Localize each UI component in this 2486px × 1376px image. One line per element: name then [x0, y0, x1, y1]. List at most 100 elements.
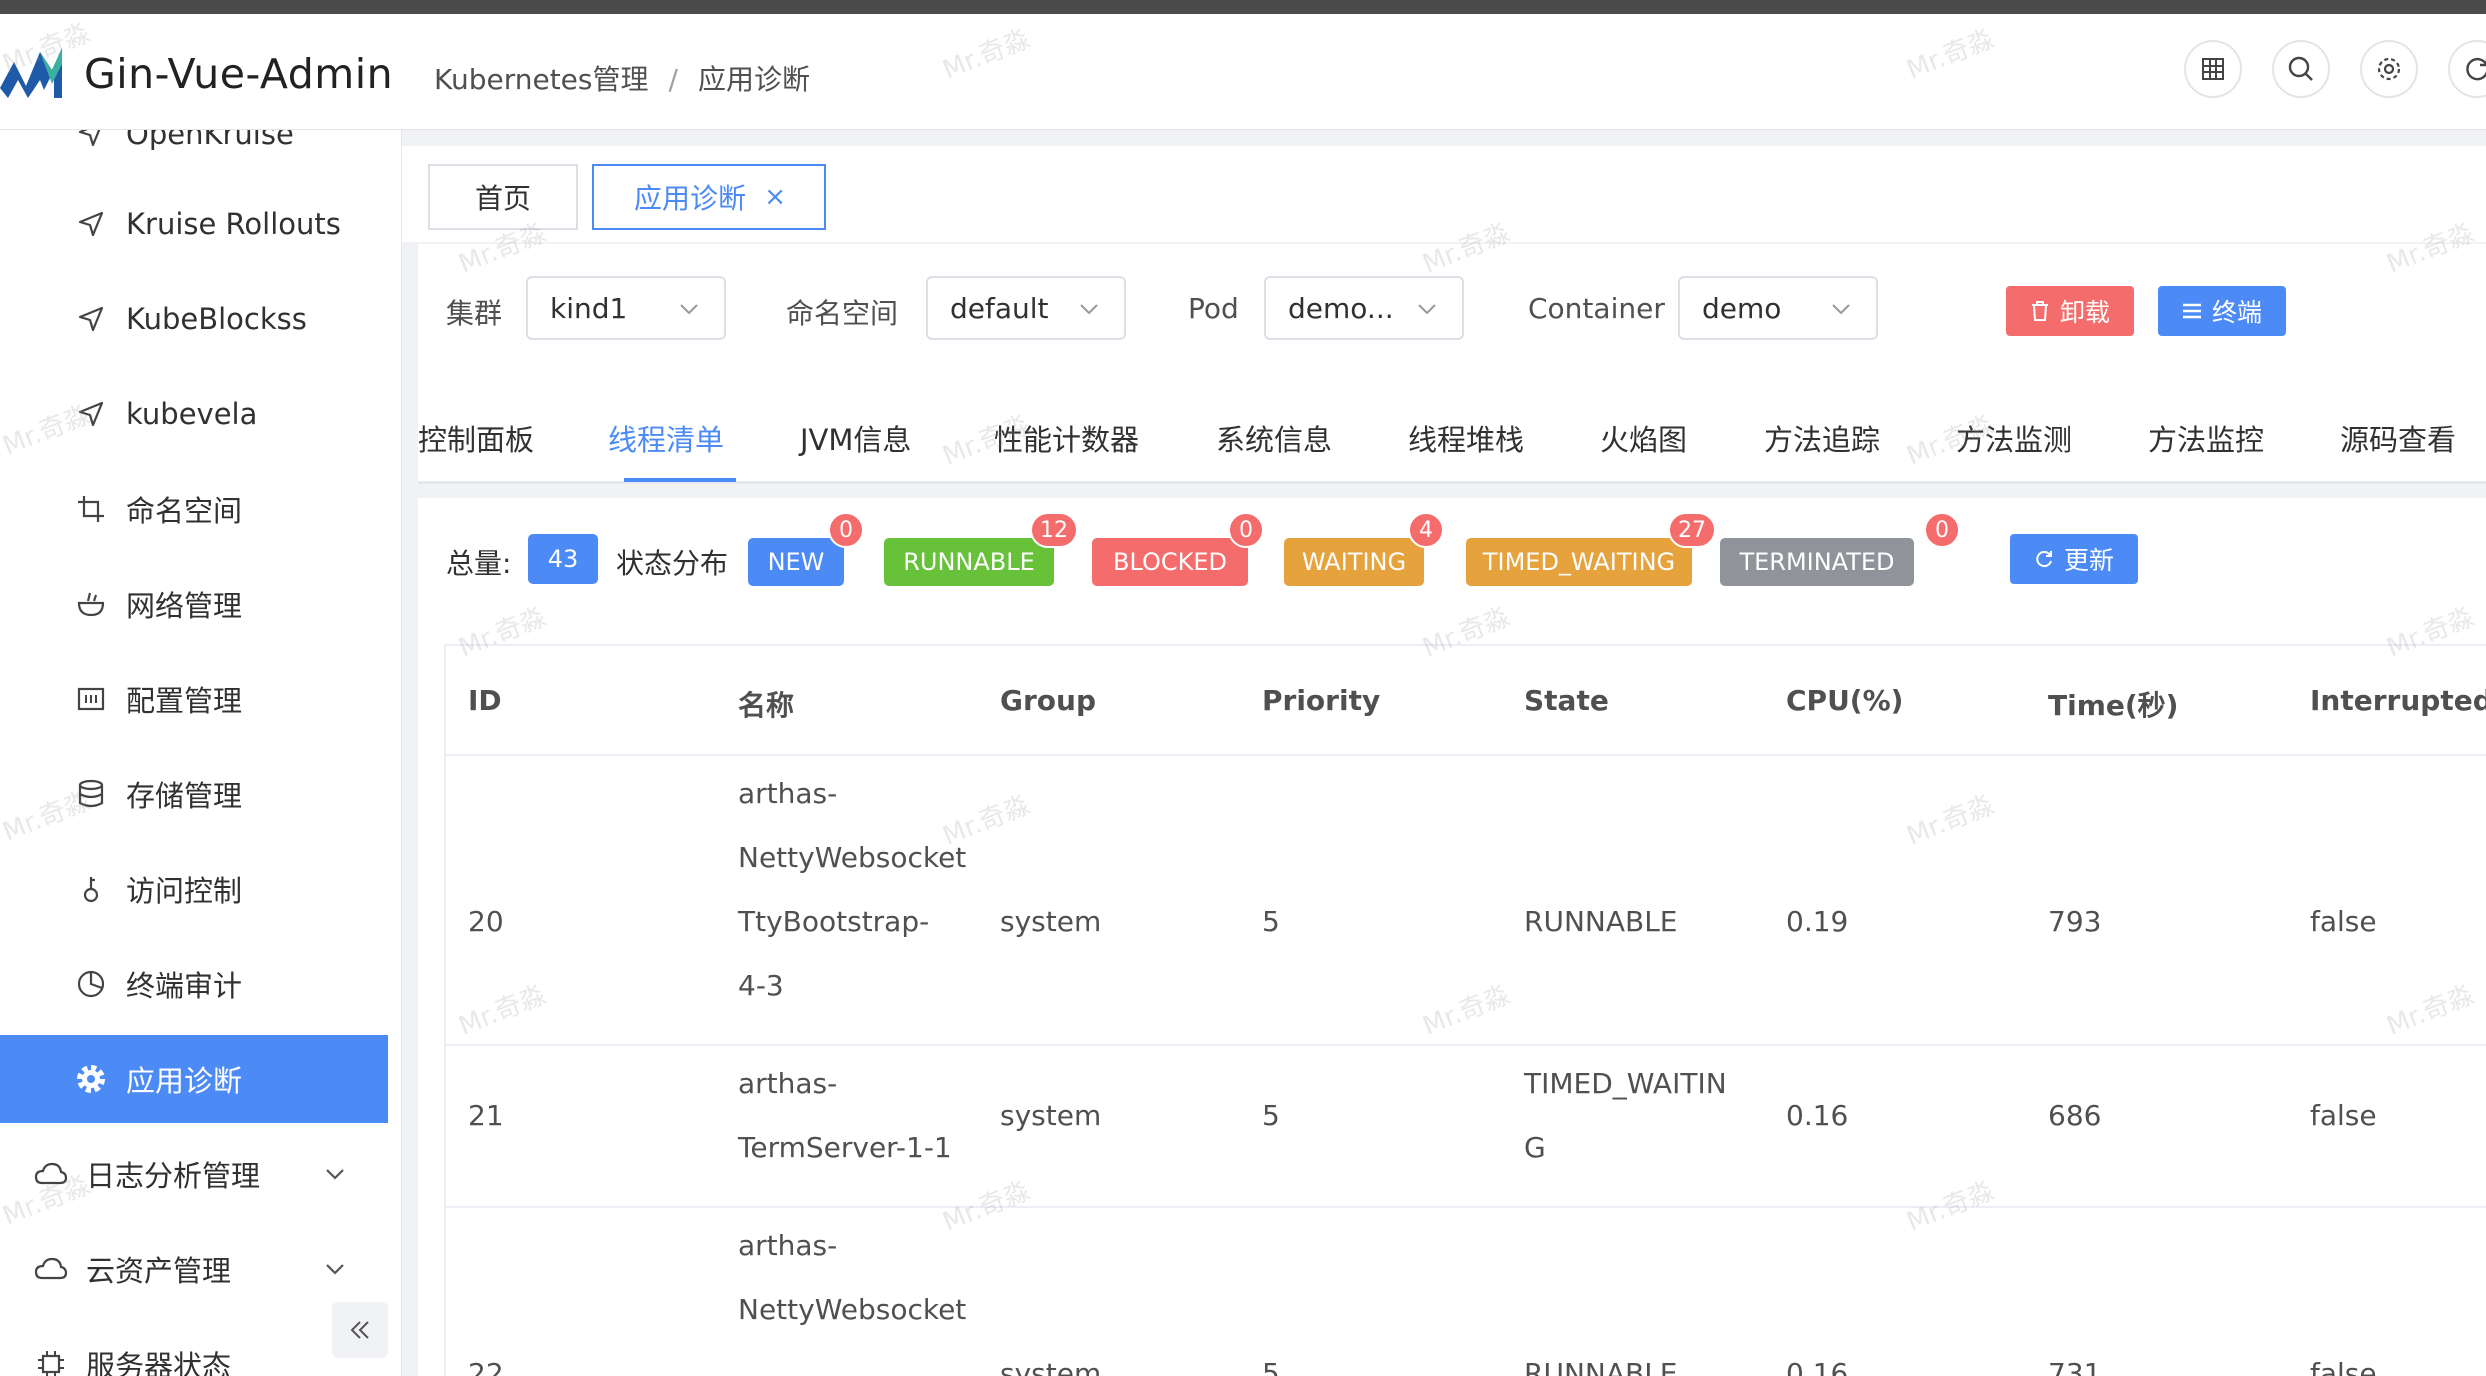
tab-flame-graph[interactable]: 火焰图	[1600, 394, 1687, 482]
collapse-sidebar-button[interactable]	[332, 1302, 388, 1358]
state-count-badge: 0	[1924, 512, 1960, 548]
tab-system-info[interactable]: 系统信息	[1216, 394, 1332, 482]
chevron-down-icon	[326, 1264, 344, 1275]
container-label: Container	[1528, 292, 1665, 325]
refresh-page-button[interactable]	[2448, 40, 2486, 98]
tab-jvm-info[interactable]: JVM信息	[800, 394, 911, 482]
header-divider	[446, 754, 2486, 756]
cluster-select[interactable]: kind1	[526, 276, 726, 340]
uninstall-button[interactable]: 卸载	[2006, 286, 2134, 336]
sidebar: OpenKruise Kruise Rollouts KubeBlockss k…	[0, 130, 402, 1376]
send-icon	[74, 302, 108, 336]
sidebar-item-label: KubeBlockss	[126, 302, 307, 336]
state-tag-blocked: BLOCKED	[1092, 538, 1248, 586]
cell-interrupted: false	[2310, 1099, 2377, 1132]
settings-button[interactable]	[2360, 40, 2418, 98]
sidebar-item-kubeblockss[interactable]: KubeBlockss	[0, 275, 388, 363]
column-header-cpu: CPU(%)	[1786, 684, 1904, 717]
state-count-badge: 12	[1030, 512, 1078, 548]
tab-control-panel[interactable]: 控制面板	[418, 394, 534, 482]
tab-thread-list[interactable]: 线程清单	[608, 394, 724, 482]
sidebar-item-app-diagnosis[interactable]: 应用诊断	[0, 1035, 388, 1123]
sidebar-item-server-status[interactable]: 服务器状态	[0, 1320, 388, 1376]
container-select[interactable]: demo	[1678, 276, 1878, 340]
cell-group: system	[1000, 905, 1102, 938]
search-button[interactable]	[2272, 40, 2330, 98]
sidebar-item-access-control[interactable]: 访问控制	[0, 845, 388, 933]
cell-name-line: arthas-	[738, 1067, 838, 1100]
sidebar-item-label: 配置管理	[126, 684, 243, 718]
send-icon	[74, 207, 108, 241]
tab-thread-stack[interactable]: 线程堆栈	[1408, 394, 1524, 482]
namespace-select[interactable]: default	[926, 276, 1126, 340]
logo-icon	[0, 48, 62, 98]
cell-time: 686	[2048, 1099, 2102, 1132]
breadcrumb-item-current: 应用诊断	[697, 63, 810, 96]
breadcrumb-item-kubernetes[interactable]: Kubernetes管理	[434, 63, 649, 96]
table-icon	[2202, 58, 2224, 80]
sidebar-item-kubevela[interactable]: kubevela	[0, 370, 388, 458]
cell-name-line: TtyBootstrap-	[738, 905, 930, 938]
cell-interrupted: false	[2310, 1357, 2377, 1376]
terminal-button[interactable]: 终端	[2158, 286, 2286, 336]
sidebar-item-label: 应用诊断	[126, 1064, 243, 1098]
filter-bar: 集群 kind1 命名空间 default Pod demo... Contai…	[418, 244, 2486, 406]
chevron-down-icon	[1080, 304, 1098, 315]
cell-priority: 5	[1262, 1099, 1280, 1132]
state-tag-new: NEW	[748, 538, 844, 586]
tab-home[interactable]: 首页	[428, 164, 578, 230]
cell-state: TIMED_WAITIN	[1524, 1067, 1727, 1100]
active-tab-indicator	[624, 478, 736, 482]
main-content: 首页 应用诊断 × 集群 kind1 命名空间 default Pod demo…	[402, 130, 2486, 1376]
sidebar-group-cloud-assets[interactable]: 云资产管理	[0, 1225, 388, 1313]
cell-time: 731	[2048, 1357, 2102, 1376]
column-header-state: State	[1524, 684, 1609, 717]
cell-priority: 5	[1262, 1357, 1280, 1376]
gear-icon	[74, 1062, 108, 1096]
menu-icon	[2182, 303, 2201, 319]
column-header-interrupted: Interrupted	[2310, 684, 2486, 717]
tab-app-diagnosis[interactable]: 应用诊断 ×	[592, 164, 826, 230]
sidebar-item-terminal-audit[interactable]: 终端审计	[0, 940, 388, 1028]
row-divider	[446, 1206, 2486, 1208]
row-divider	[446, 1044, 2486, 1046]
pod-label: Pod	[1188, 292, 1239, 325]
chevron-down-icon	[680, 304, 698, 315]
pod-select[interactable]: demo...	[1264, 276, 1464, 340]
sidebar-item-config[interactable]: 配置管理	[0, 655, 388, 743]
cell-cpu: 0.16	[1786, 1099, 1849, 1132]
tab-method-watch[interactable]: 方法监测	[1956, 394, 2072, 482]
thread-list-panel: 总量: 43 状态分布 NEW 0 RUNNABLE 12 BLOCKED 0 …	[418, 498, 2486, 1376]
cell-state-continued: G	[1524, 1131, 1546, 1164]
close-icon[interactable]: ×	[764, 182, 786, 212]
app-header: Gin-Vue-Admin Kubernetes管理 / 应用诊断	[0, 14, 2486, 130]
sidebar-item-storage[interactable]: 存储管理	[0, 750, 388, 838]
cloud-icon	[34, 1252, 68, 1286]
sidebar-item-openkruise[interactable]: OpenKruise	[0, 130, 388, 178]
tab-method-trace[interactable]: 方法追踪	[1764, 394, 1880, 482]
sidebar-item-label: 终端审计	[126, 969, 243, 1003]
sidebar-item-namespace[interactable]: 命名空间	[0, 465, 388, 553]
state-count-badge: 27	[1668, 512, 1716, 548]
sidebar-group-log-analysis[interactable]: 日志分析管理	[0, 1130, 388, 1218]
sidebar-item-kruise-rollouts[interactable]: Kruise Rollouts	[0, 180, 388, 268]
state-tag-runnable: RUNNABLE	[884, 538, 1054, 586]
cluster-label: 集群	[446, 297, 503, 330]
sidebar-item-network[interactable]: 网络管理	[0, 560, 388, 648]
fullscreen-button[interactable]	[2184, 40, 2242, 98]
cell-id: 20	[468, 905, 504, 938]
tab-source-view[interactable]: 源码查看	[2340, 394, 2456, 482]
state-tag-waiting: WAITING	[1284, 538, 1424, 586]
cell-group: system	[1000, 1357, 1102, 1376]
cell-cpu: 0.16	[1786, 1357, 1849, 1376]
state-count-badge: 0	[828, 512, 864, 548]
diagnosis-tabs: 控制面板 线程清单 JVM信息 性能计数器 系统信息 线程堆栈 火焰图 方法追踪…	[418, 394, 2486, 484]
refresh-button[interactable]: 更新	[2010, 534, 2138, 584]
total-count-badge: 43	[528, 534, 598, 584]
cell-group: system	[1000, 1099, 1102, 1132]
tab-method-monitor[interactable]: 方法监控	[2148, 394, 2264, 482]
cell-interrupted: false	[2310, 905, 2377, 938]
tab-perf-counter[interactable]: 性能计数器	[994, 394, 1139, 482]
terminal-label: 终端	[2211, 298, 2262, 327]
send-icon	[74, 130, 108, 151]
